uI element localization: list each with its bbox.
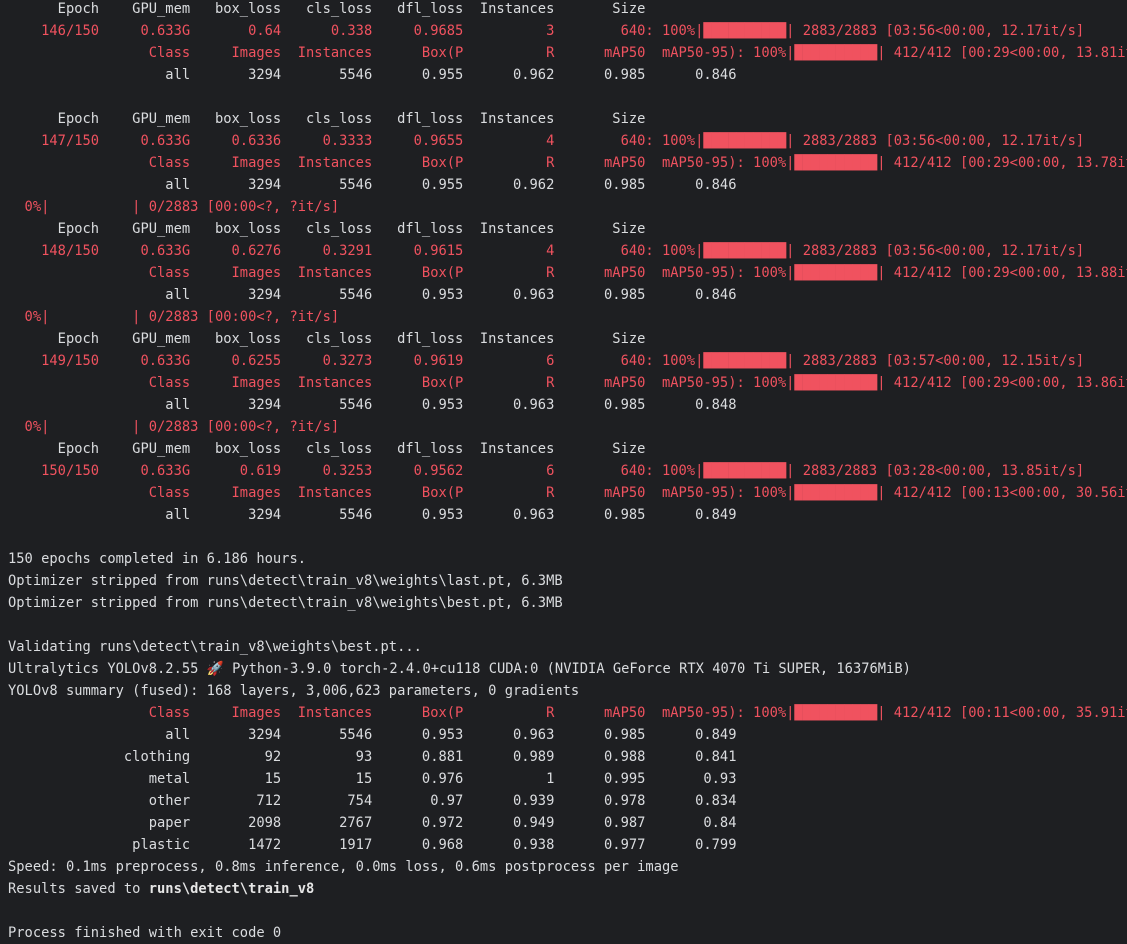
console-line: Ultralytics YOLOv8.2.55 🚀 Python-3.9.0 t… — [8, 658, 1127, 680]
stdout-text: Epoch GPU_mem box_loss cls_loss dfl_loss… — [8, 331, 646, 347]
console-line: Class Images Instances Box(P R mAP50 mAP… — [8, 372, 1127, 394]
results-path: runs\detect\train_v8 — [148, 881, 315, 897]
stderr-text: Class Images Instances Box(P R mAP50 mAP… — [8, 155, 1127, 171]
stderr-text: Class Images Instances Box(P R mAP50 mAP… — [8, 375, 1127, 391]
console-line: 0%| | 0/2883 [00:00<?, ?it/s] — [8, 416, 1127, 438]
stdout-text: Epoch GPU_mem box_loss cls_loss dfl_loss… — [8, 1, 646, 17]
console-line: all 3294 5546 0.953 0.963 0.985 0.846 — [8, 284, 1127, 306]
stdout-text: Validating runs\detect\train_v8\weights\… — [8, 639, 422, 655]
stdout-text: metal 15 15 0.976 1 0.995 0.93 — [8, 771, 737, 787]
stdout-text: plastic 1472 1917 0.968 0.938 0.977 0.79… — [8, 837, 737, 853]
console-line: Epoch GPU_mem box_loss cls_loss dfl_loss… — [8, 0, 1127, 20]
stdout-text: all 3294 5546 0.955 0.962 0.985 0.846 — [8, 177, 737, 193]
stdout-text: all 3294 5546 0.953 0.963 0.985 0.849 — [8, 727, 737, 743]
stderr-text: 0%| | 0/2883 [00:00<?, ?it/s] — [8, 199, 340, 215]
stdout-text: all 3294 5546 0.955 0.962 0.985 0.846 — [8, 67, 737, 83]
stderr-text: 147/150 0.633G 0.6336 0.3333 0.9655 4 64… — [8, 133, 1085, 149]
console-line: 150 epochs completed in 6.186 hours. — [8, 548, 1127, 570]
console-line: Epoch GPU_mem box_loss cls_loss dfl_loss… — [8, 108, 1127, 130]
stderr-text: Class Images Instances Box(P R mAP50 mAP… — [8, 265, 1127, 281]
stdout-text: YOLOv8 summary (fused): 168 layers, 3,00… — [8, 683, 580, 699]
console-line: all 3294 5546 0.955 0.962 0.985 0.846 — [8, 64, 1127, 86]
console-line: 147/150 0.633G 0.6336 0.3333 0.9655 4 64… — [8, 130, 1127, 152]
console-line: Process finished with exit code 0 — [8, 922, 1127, 944]
console-output[interactable]: Epoch GPU_mem box_loss cls_loss dfl_loss… — [8, 0, 1127, 944]
stderr-text: Class Images Instances Box(P R mAP50 mAP… — [8, 705, 1127, 721]
stderr-text: 0%| | 0/2883 [00:00<?, ?it/s] — [8, 309, 340, 325]
stderr-text: 0%| | 0/2883 [00:00<?, ?it/s] — [8, 419, 340, 435]
console-line: clothing 92 93 0.881 0.989 0.988 0.841 — [8, 746, 1127, 768]
console-line: 0%| | 0/2883 [00:00<?, ?it/s] — [8, 196, 1127, 218]
console-line: Epoch GPU_mem box_loss cls_loss dfl_loss… — [8, 218, 1127, 240]
console-line: Class Images Instances Box(P R mAP50 mAP… — [8, 262, 1127, 284]
stdout-text: paper 2098 2767 0.972 0.949 0.987 0.84 — [8, 815, 737, 831]
console-line: Class Images Instances Box(P R mAP50 mAP… — [8, 42, 1127, 64]
console-line: all 3294 5546 0.953 0.963 0.985 0.849 — [8, 724, 1127, 746]
stdout-text: other 712 754 0.97 0.939 0.978 0.834 — [8, 793, 737, 809]
console-line: Class Images Instances Box(P R mAP50 mAP… — [8, 482, 1127, 504]
stdout-text: clothing 92 93 0.881 0.989 0.988 0.841 — [8, 749, 737, 765]
stdout-text: Epoch GPU_mem box_loss cls_loss dfl_loss… — [8, 441, 646, 457]
stdout-text: 150 epochs completed in 6.186 hours. — [8, 551, 307, 567]
stdout-text: all 3294 5546 0.953 0.963 0.985 0.846 — [8, 287, 737, 303]
console-line: Speed: 0.1ms preprocess, 0.8ms inference… — [8, 856, 1127, 878]
stderr-text: 148/150 0.633G 0.6276 0.3291 0.9615 4 64… — [8, 243, 1085, 259]
console-line: all 3294 5546 0.953 0.963 0.985 0.848 — [8, 394, 1127, 416]
console-line: 148/150 0.633G 0.6276 0.3291 0.9615 4 64… — [8, 240, 1127, 262]
stderr-text: Class Images Instances Box(P R mAP50 mAP… — [8, 485, 1127, 501]
stdout-text: Epoch GPU_mem box_loss cls_loss dfl_loss… — [8, 221, 646, 237]
console-line: Epoch GPU_mem box_loss cls_loss dfl_loss… — [8, 328, 1127, 350]
stdout-text: Epoch GPU_mem box_loss cls_loss dfl_loss… — [8, 111, 646, 127]
console-line: Validating runs\detect\train_v8\weights\… — [8, 636, 1127, 658]
console-line: 150/150 0.633G 0.619 0.3253 0.9562 6 640… — [8, 460, 1127, 482]
stdout-text: Results saved to — [8, 881, 149, 897]
stderr-text: 149/150 0.633G 0.6255 0.3273 0.9619 6 64… — [8, 353, 1085, 369]
console-line: 146/150 0.633G 0.64 0.338 0.9685 3 640: … — [8, 20, 1127, 42]
stderr-text: Class Images Instances Box(P R mAP50 mAP… — [8, 45, 1127, 61]
console-line: 149/150 0.633G 0.6255 0.3273 0.9619 6 64… — [8, 350, 1127, 372]
console-line: 0%| | 0/2883 [00:00<?, ?it/s] — [8, 306, 1127, 328]
console-line: other 712 754 0.97 0.939 0.978 0.834 — [8, 790, 1127, 812]
stdout-text: Optimizer stripped from runs\detect\trai… — [8, 573, 563, 589]
console-line: YOLOv8 summary (fused): 168 layers, 3,00… — [8, 680, 1127, 702]
console-line: Optimizer stripped from runs\detect\trai… — [8, 570, 1127, 592]
console-line: all 3294 5546 0.953 0.963 0.985 0.849 — [8, 504, 1127, 526]
console-line: all 3294 5546 0.955 0.962 0.985 0.846 — [8, 174, 1127, 196]
console-line: paper 2098 2767 0.972 0.949 0.987 0.84 — [8, 812, 1127, 834]
console-line: metal 15 15 0.976 1 0.995 0.93 — [8, 768, 1127, 790]
stdout-text: Speed: 0.1ms preprocess, 0.8ms inference… — [8, 859, 679, 875]
console-line: plastic 1472 1917 0.968 0.938 0.977 0.79… — [8, 834, 1127, 856]
stderr-text: 150/150 0.633G 0.619 0.3253 0.9562 6 640… — [8, 463, 1085, 479]
console-line: Optimizer stripped from runs\detect\trai… — [8, 592, 1127, 614]
console-line: Epoch GPU_mem box_loss cls_loss dfl_loss… — [8, 438, 1127, 460]
console-line: Results saved to runs\detect\train_v8 — [8, 878, 1127, 900]
console-line: Class Images Instances Box(P R mAP50 mAP… — [8, 152, 1127, 174]
stderr-text: 146/150 0.633G 0.64 0.338 0.9685 3 640: … — [8, 23, 1085, 39]
console-line: Class Images Instances Box(P R mAP50 mAP… — [8, 702, 1127, 724]
stdout-text: all 3294 5546 0.953 0.963 0.985 0.849 — [8, 507, 737, 523]
stdout-text: Optimizer stripped from runs\detect\trai… — [8, 595, 563, 611]
stdout-text: Ultralytics YOLOv8.2.55 🚀 Python-3.9.0 t… — [8, 661, 911, 677]
stdout-text: Process finished with exit code 0 — [8, 925, 282, 941]
stdout-text: all 3294 5546 0.953 0.963 0.985 0.848 — [8, 397, 737, 413]
